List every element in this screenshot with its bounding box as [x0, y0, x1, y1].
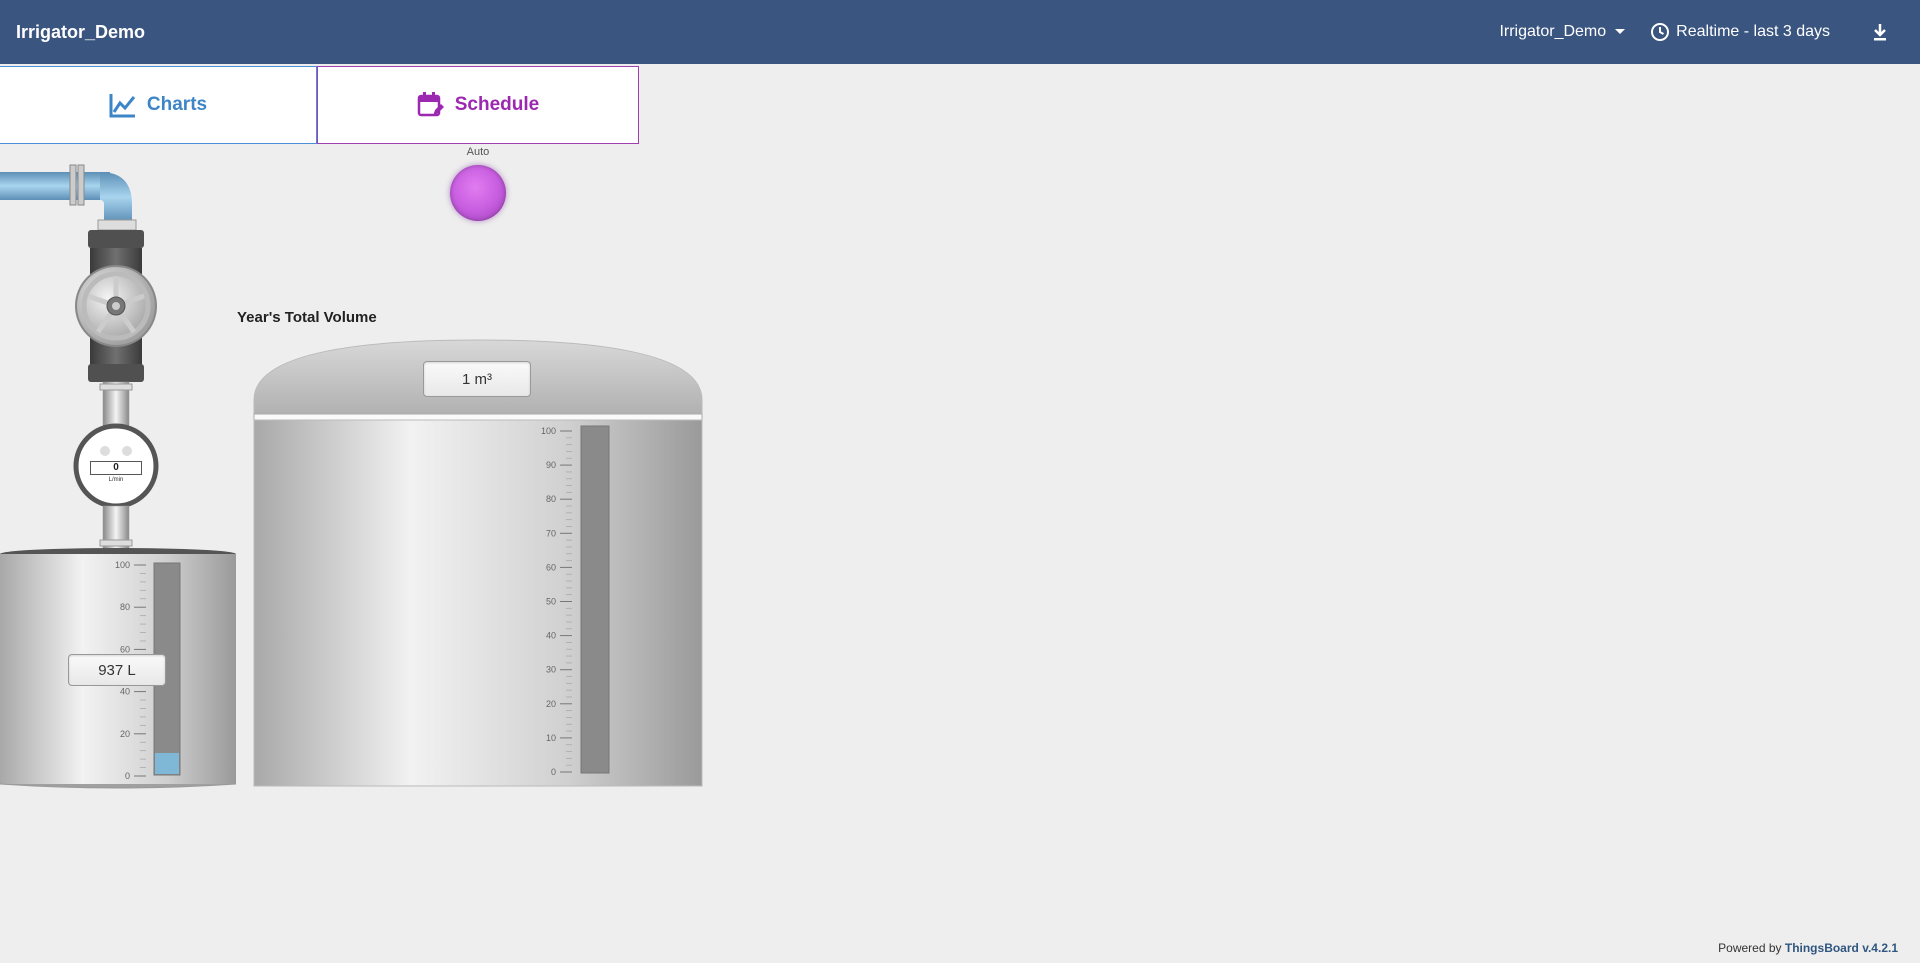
flow-meter-value: 0 [90, 461, 142, 475]
volume-tank-scale-tick-label: 50 [546, 597, 556, 607]
volume-tank-scale-tick-label: 90 [546, 460, 556, 470]
small-tank-level-fill [155, 753, 179, 774]
volume-tank-scale-tick-label: 80 [546, 494, 556, 504]
thingsboard-link[interactable]: ThingsBoard v.4.2.1 [1785, 941, 1898, 955]
volume-tank-scale-tick-label: 10 [546, 733, 556, 743]
small-tank-scale-tick-label: 100 [115, 560, 130, 570]
volume-tank-scale-tick-label: 30 [546, 665, 556, 675]
footer-prefix: Powered by [1718, 941, 1785, 955]
volume-tank-scale-tick-label: 60 [546, 562, 556, 572]
volume-tank-scale-tick-label: 20 [546, 699, 556, 709]
volume-tank-scale-tick-label: 70 [546, 528, 556, 538]
valve[interactable] [75, 230, 157, 382]
footer: Powered by ThingsBoard v.4.2.1 [1718, 941, 1898, 955]
flow-meter-unit: L/min [108, 477, 124, 483]
small-tank-scale-tick-label: 80 [120, 602, 130, 612]
small-tank-scale-tick-label: 60 [120, 644, 130, 654]
water-pipe [0, 164, 137, 231]
scada-graphics: 100806040200 1009080706050403020100 [0, 164, 703, 789]
volume-tank-scale-tick-label: 0 [551, 767, 556, 777]
volume-tank-value: 1 m³ [423, 361, 531, 397]
volume-tank-scale-tick-label: 40 [546, 631, 556, 641]
small-tank-scale-tick-label: 0 [125, 771, 130, 781]
small-tank-value: 937 L [68, 654, 166, 686]
small-tank-scale-tick-label: 40 [120, 687, 130, 697]
small-tank-scale-tick-label: 20 [120, 729, 130, 739]
volume-tank: 1009080706050403020100 [253, 339, 703, 787]
volume-tank-scale-tick-label: 100 [541, 426, 556, 436]
